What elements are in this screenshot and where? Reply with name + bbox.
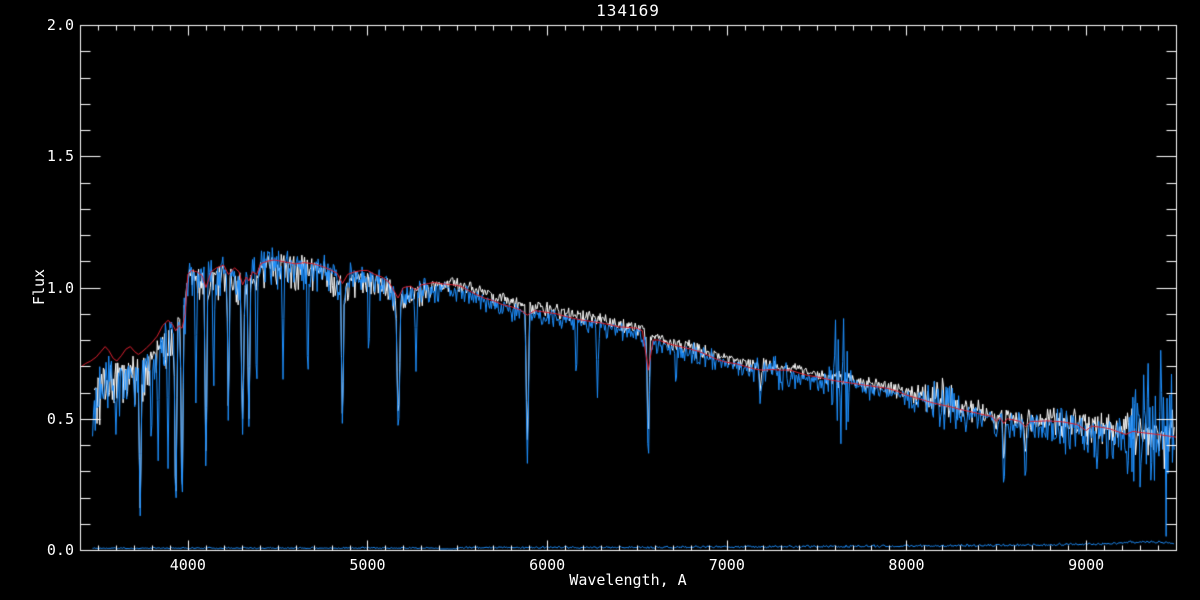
y-tick-label: 0.0 (46, 541, 74, 559)
y-tick-label: 2.0 (46, 16, 74, 34)
x-tick-label: 9000 (1068, 556, 1105, 574)
y-tick-label: 1.0 (46, 278, 74, 297)
x-tick-label: 4000 (169, 556, 206, 574)
spectrum-plot-canvas (0, 0, 1200, 600)
spectrum-plot-window: 134169 Wavelength, A Flux 0.0 0.5 1.0 1.5 2.… (0, 0, 1200, 600)
x-tick-label: 7000 (708, 556, 745, 574)
x-axis-label: Wavelength, A (569, 571, 687, 589)
x-tick-label: 6000 (529, 556, 566, 574)
plot-title: 134169 (596, 1, 660, 20)
x-tick-label: 5000 (349, 556, 386, 574)
y-tick-label: 0.5 (46, 409, 74, 428)
x-tick-label: 8000 (888, 556, 925, 574)
y-tick-label: 1.5 (46, 147, 74, 166)
